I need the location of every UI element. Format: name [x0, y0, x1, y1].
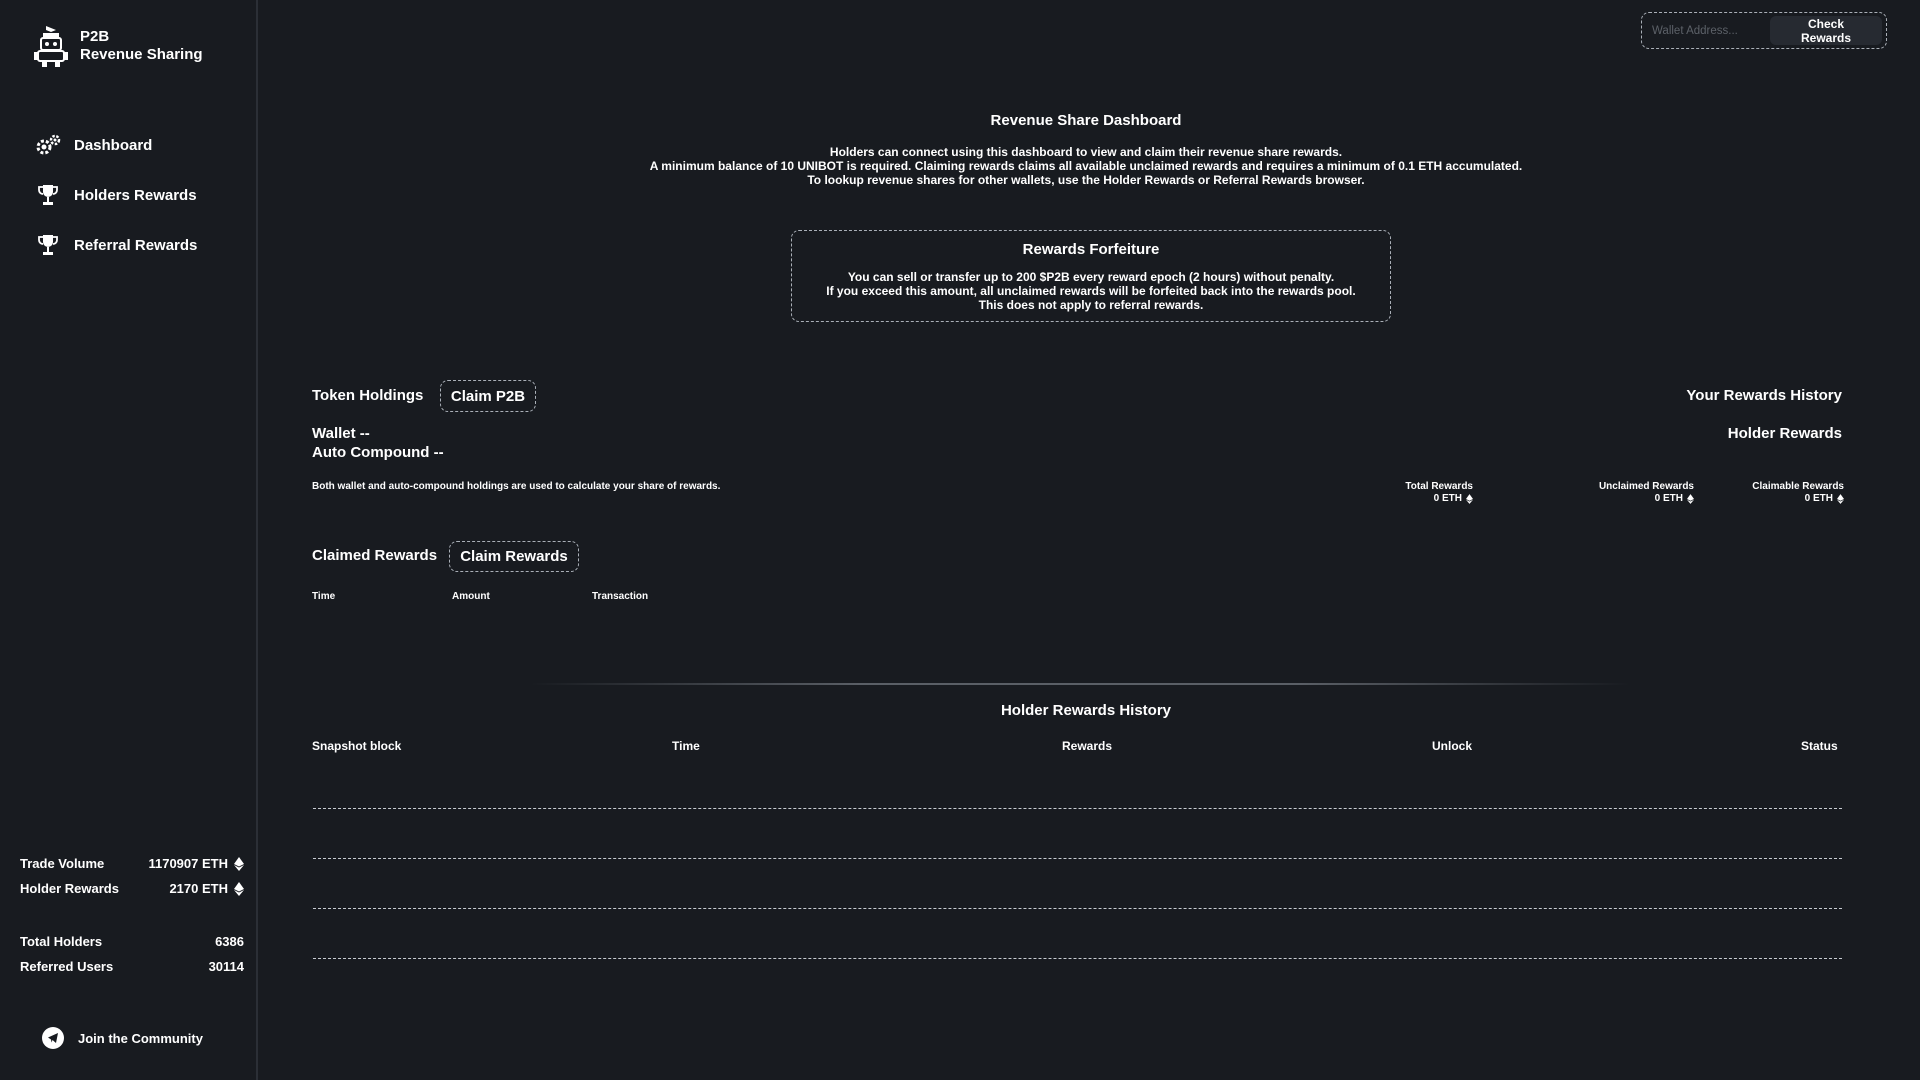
- referred-users-value: 30114: [208, 959, 244, 974]
- sidebar-item-label: Holders Rewards: [74, 186, 197, 204]
- trade-volume-label: Trade Volume: [20, 856, 105, 871]
- referred-users-row: Referred Users 30114: [20, 954, 244, 979]
- sidebar-item-holders-rewards[interactable]: Holders Rewards: [34, 170, 197, 220]
- volume-stats: Trade Volume 1170907 ETH Holder Rewards …: [20, 851, 244, 901]
- unclaimed-rewards-value: 0 ETH: [1654, 493, 1683, 504]
- claimable-rewards-value-wrap: 0 ETH: [1805, 493, 1844, 505]
- description-line: To lookup revenue shares for other walle…: [807, 173, 1365, 187]
- brand-line-2: Revenue Sharing: [80, 46, 203, 63]
- total-rewards-value-wrap: 0 ETH: [1434, 493, 1473, 505]
- forfeiture-title: Rewards Forfeiture: [1022, 241, 1160, 258]
- holder-rewards-subtitle: Holder Rewards: [1727, 425, 1842, 442]
- robot-logo-icon: [34, 26, 68, 67]
- trade-volume-value-wrap: 1170907 ETH: [148, 856, 244, 871]
- wallet-holdings: Wallet --: [312, 425, 370, 442]
- forfeiture-text: You can sell or transfer up to 200 $P2B …: [792, 270, 1390, 312]
- column-header-unlock: Unlock: [1432, 739, 1473, 753]
- claimed-rewards-title: Claimed Rewards: [312, 547, 438, 564]
- telegram-icon: [42, 1027, 64, 1049]
- claim-rewards-button[interactable]: Claim Rewards: [449, 541, 579, 572]
- total-rewards-value: 0 ETH: [1433, 493, 1462, 504]
- trade-volume-row: Trade Volume 1170907 ETH: [20, 851, 244, 876]
- table-row: [313, 908, 1842, 909]
- holder-rewards-row: Holder Rewards 2170 ETH: [20, 876, 244, 901]
- brand[interactable]: P2B Revenue Sharing: [32, 24, 203, 68]
- column-header-amount: Amount: [452, 591, 490, 602]
- your-rewards-history-title: Your Rewards History: [1686, 387, 1842, 404]
- total-rewards-label: Total Rewards: [1405, 481, 1473, 492]
- claimable-rewards-stat: Claimable Rewards 0 ETH: [1752, 481, 1844, 505]
- ethereum-icon: [234, 881, 244, 896]
- holdings-note: Both wallet and auto-compound holdings a…: [312, 481, 721, 492]
- trophy-icon: [34, 233, 62, 257]
- description-line: A minimum balance of 10 UNIBOT is requir…: [649, 159, 1523, 173]
- sidebar-item-referral-rewards[interactable]: Referral Rewards: [34, 220, 197, 270]
- sidebar-item-label: Dashboard: [74, 136, 153, 154]
- user-stats: Total Holders 6386 Referred Users 30114: [20, 929, 244, 979]
- referred-users-label: Referred Users: [20, 959, 114, 974]
- wallet-lookup: Check Rewards: [1641, 12, 1887, 49]
- unclaimed-rewards-stat: Unclaimed Rewards 0 ETH: [1599, 481, 1694, 505]
- sidebar-nav: Dashboard Holders Rewards Referral Rewar…: [34, 120, 197, 270]
- auto-compound-holdings: Auto Compound --: [312, 444, 444, 461]
- brand-name: P2B Revenue Sharing: [80, 28, 203, 64]
- column-header-snapshot-block: Snapshot block: [312, 739, 402, 753]
- section-divider: [530, 683, 1630, 685]
- total-holders-row: Total Holders 6386: [20, 929, 244, 954]
- sidebar-item-label: Referral Rewards: [74, 236, 198, 254]
- dashboard-description: Holders can connect using this dashboard…: [260, 145, 1912, 187]
- sidebar-item-dashboard[interactable]: Dashboard: [34, 120, 197, 170]
- column-header-transaction: Transaction: [592, 591, 649, 602]
- table-row: [313, 858, 1842, 859]
- column-header-rewards: Rewards: [1062, 739, 1113, 753]
- trophy-icon: [34, 183, 62, 207]
- unclaimed-rewards-label: Unclaimed Rewards: [1598, 481, 1694, 492]
- table-row: [313, 958, 1842, 959]
- claim-p2b-button[interactable]: Claim P2B: [440, 380, 536, 412]
- table-row: [313, 808, 1842, 809]
- holder-rewards-label: Holder Rewards: [20, 881, 119, 896]
- forfeiture-line: You can sell or transfer up to 200 $P2B …: [847, 270, 1335, 284]
- total-holders-value: 6386: [215, 934, 244, 949]
- holder-rewards-value-wrap: 2170 ETH: [169, 881, 244, 896]
- ethereum-icon: [1466, 494, 1473, 504]
- total-holders-label: Total Holders: [20, 934, 103, 949]
- claimable-rewards-label: Claimable Rewards: [1752, 481, 1844, 492]
- column-header-time: Time: [312, 591, 336, 602]
- gears-icon: [34, 133, 62, 157]
- rewards-forfeiture-box: Rewards Forfeiture You can sell or trans…: [791, 230, 1391, 322]
- join-community-label: Join the Community: [78, 1030, 203, 1046]
- holder-rewards-history-title: Holder Rewards History: [1000, 702, 1172, 719]
- ethereum-icon: [1837, 494, 1844, 504]
- total-rewards-stat: Total Rewards 0 ETH: [1405, 481, 1473, 505]
- check-rewards-button[interactable]: Check Rewards: [1770, 16, 1882, 45]
- trade-volume-value: 1170907 ETH: [148, 856, 228, 871]
- ethereum-icon: [234, 856, 244, 871]
- column-header-time: Time: [672, 739, 700, 753]
- wallet-address-input[interactable]: [1650, 23, 1770, 38]
- page-title: Revenue Share Dashboard: [990, 112, 1182, 129]
- claimable-rewards-value: 0 ETH: [1804, 493, 1833, 504]
- holder-rewards-value: 2170 ETH: [169, 881, 228, 896]
- brand-line-1: P2B: [80, 28, 110, 45]
- description-line: Holders can connect using this dashboard…: [829, 145, 1343, 159]
- join-community-link[interactable]: Join the Community: [42, 1027, 203, 1049]
- ethereum-icon: [1687, 494, 1694, 504]
- sidebar: P2B Revenue Sharing Dashboard Holders Re…: [0, 0, 258, 1080]
- forfeiture-line: This does not apply to referral rewards.: [978, 298, 1204, 312]
- column-header-status: Status: [1801, 739, 1838, 753]
- token-holdings-title: Token Holdings: [312, 387, 424, 404]
- unclaimed-rewards-value-wrap: 0 ETH: [1655, 493, 1694, 505]
- forfeiture-line: If you exceed this amount, all unclaimed…: [826, 284, 1356, 298]
